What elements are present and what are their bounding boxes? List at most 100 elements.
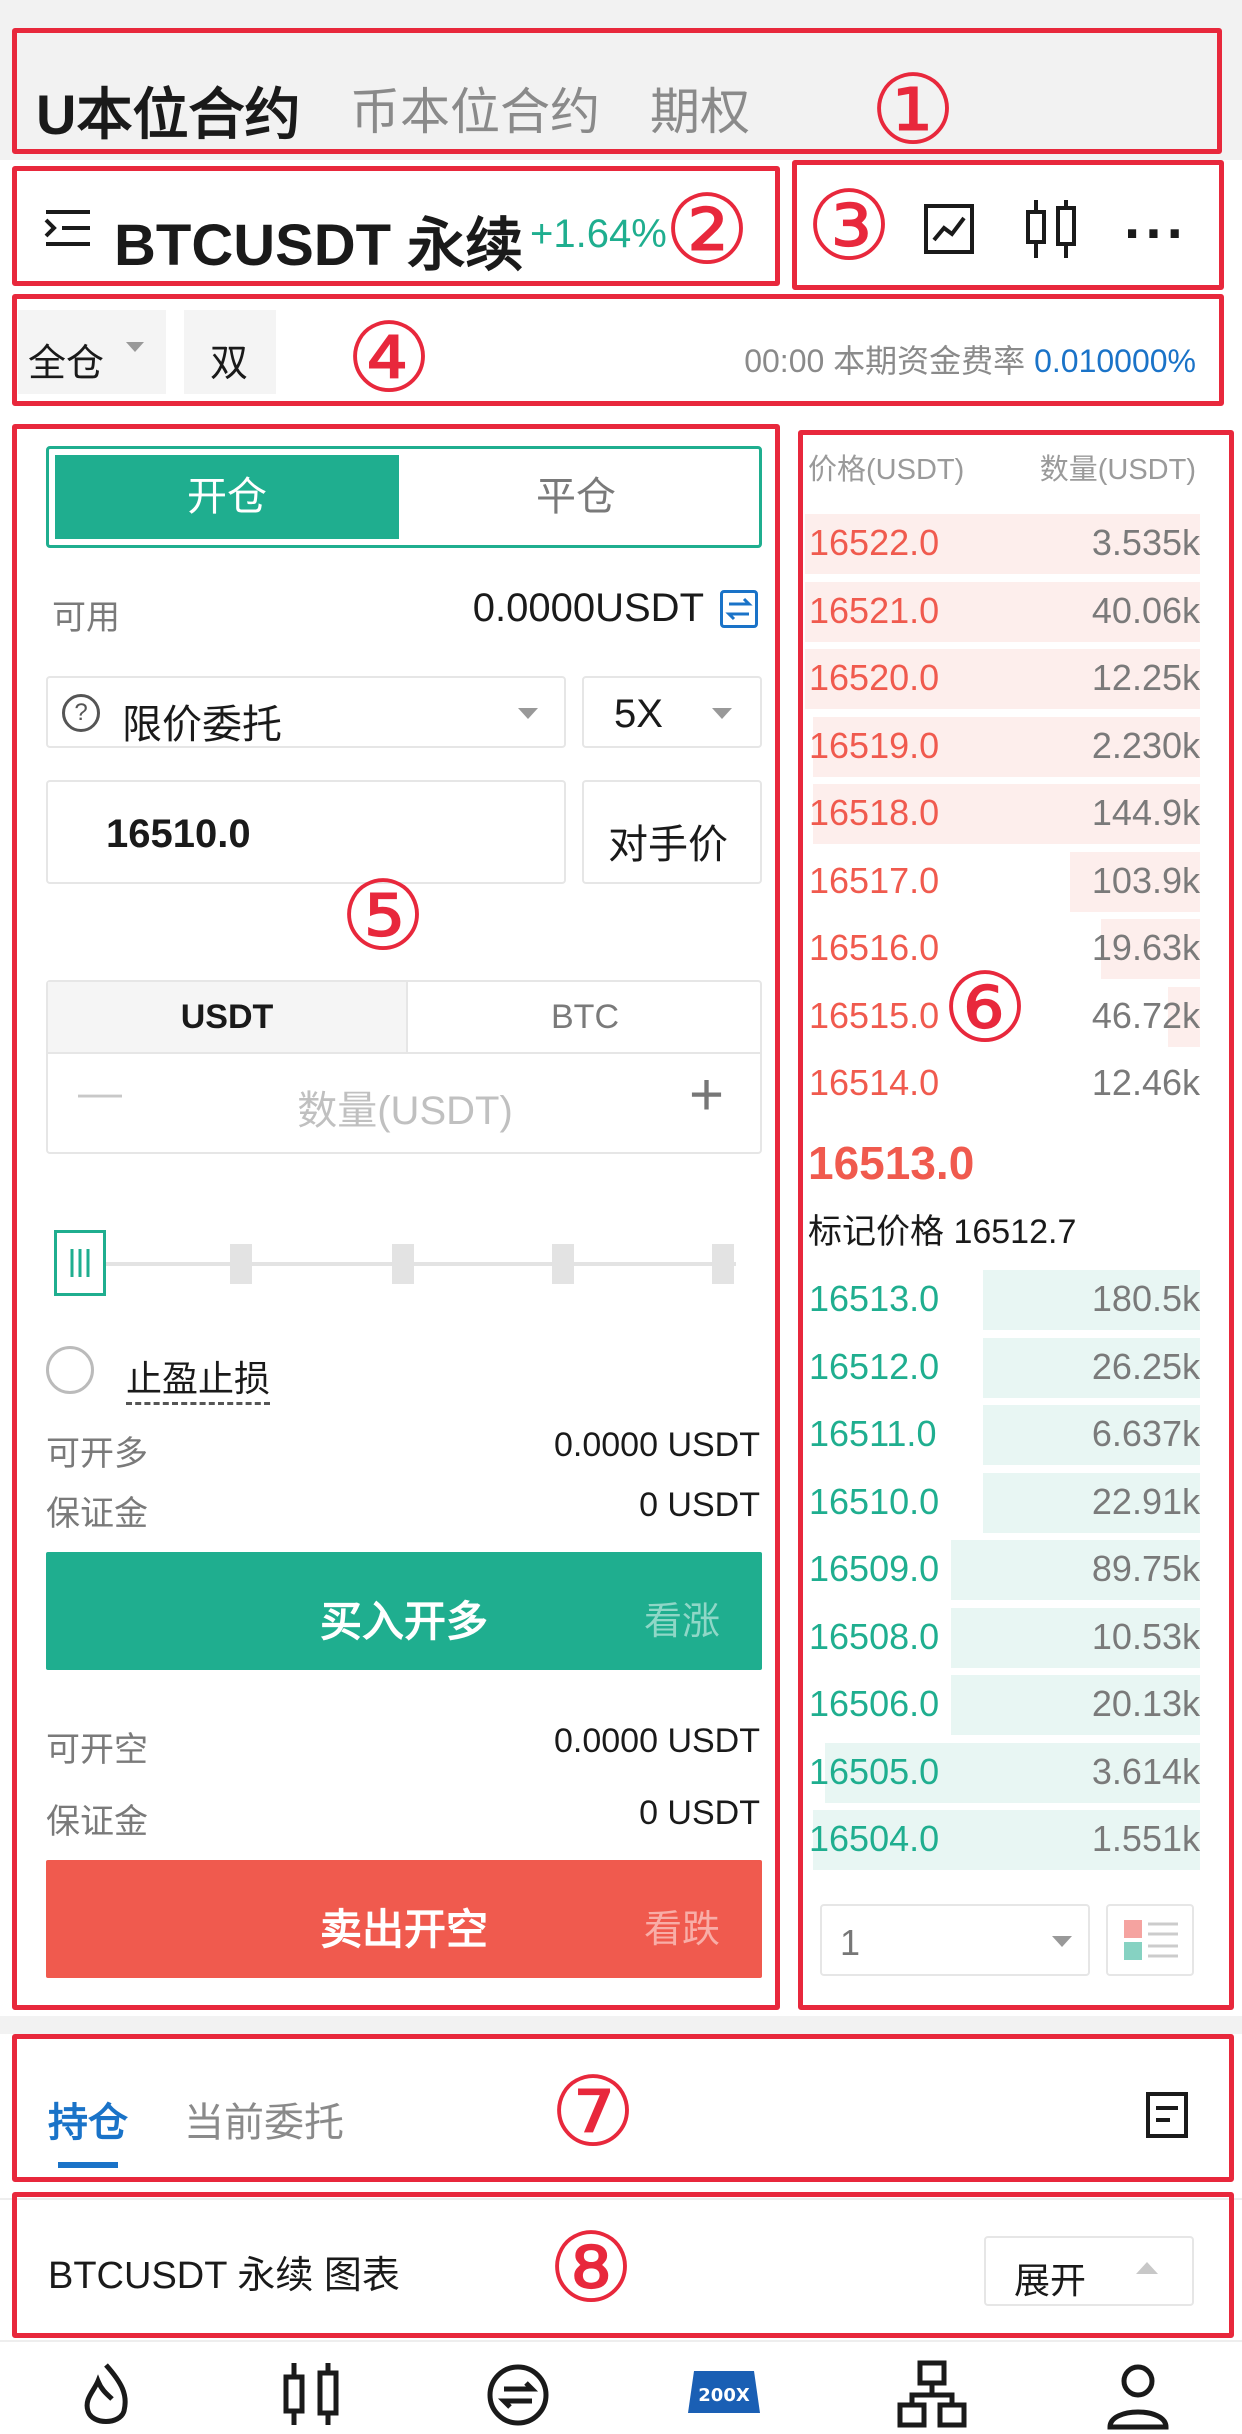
orderbook-price-header: 价格(USDT): [808, 454, 965, 486]
margin-mode-select[interactable]: 全仓: [18, 310, 166, 394]
order-quantity: 3.614k: [1091, 1750, 1200, 1792]
help-icon[interactable]: ?: [62, 694, 100, 732]
funding-label: 本期资金费率: [833, 343, 1026, 379]
depth-view-icon[interactable]: [1106, 1904, 1194, 1976]
ask-row[interactable]: 16522.0 3.535k: [805, 510, 1200, 578]
order-history-icon[interactable]: [1142, 2088, 1192, 2147]
mark-price-label: 标记价格: [808, 1213, 944, 1251]
caret-down-icon: [126, 342, 144, 352]
tpsl-label[interactable]: 止盈止损: [126, 1350, 271, 1405]
tab-u-margined[interactable]: U本位合约: [36, 70, 300, 151]
bid-row[interactable]: 16504.0 1.551k: [805, 1806, 1200, 1874]
slider-tick-100[interactable]: [712, 1244, 734, 1284]
chart-icon[interactable]: [920, 200, 978, 258]
max-short-label: 可开空: [46, 1731, 148, 1769]
order-price: 16517.0: [809, 859, 940, 901]
active-tab-indicator: [58, 2162, 118, 2168]
ask-row[interactable]: 16520.0 12.25k: [805, 645, 1200, 713]
funding-time: 00:00: [744, 343, 825, 379]
order-quantity: 144.9k: [1091, 792, 1200, 833]
max-short-value: 0.0000 USDT: [554, 1722, 760, 1760]
bid-row[interactable]: 16511.0 6.637k: [805, 1401, 1200, 1469]
order-price: 16513.0: [809, 1278, 940, 1319]
sell-short-button[interactable]: 卖出开空 看跌: [46, 1860, 762, 1978]
max-long-label: 可开多: [46, 1435, 148, 1473]
qty-input[interactable]: 数量(USDT): [48, 1078, 762, 1136]
menu-list-icon[interactable]: [40, 200, 100, 260]
max-long-value: 0.0000 USDT: [554, 1426, 760, 1464]
annotation-2: ②: [664, 174, 751, 286]
slider-thumb[interactable]: [54, 1230, 106, 1296]
bid-row[interactable]: 16508.0 10.53k: [805, 1604, 1200, 1672]
leverage-label: 5X: [614, 692, 663, 736]
bid-row[interactable]: 16512.0 26.25k: [805, 1334, 1200, 1402]
candlestick-icon[interactable]: [1022, 196, 1080, 262]
order-price: 16510.0: [809, 1480, 940, 1522]
order-quantity: 12.46k: [1091, 1062, 1200, 1103]
tab-positions[interactable]: 持仓: [48, 2090, 128, 2148]
ask-row[interactable]: 16516.0 19.63k: [805, 915, 1200, 983]
tab-options[interactable]: 期权: [650, 72, 750, 144]
annotation-7: ⑦: [550, 2056, 637, 2168]
section-divider: [0, 2016, 1242, 2034]
short-margin-value: 0 USDT: [639, 1794, 760, 1832]
price-input[interactable]: 16510.0: [46, 780, 566, 884]
order-price: 16509.0: [809, 1548, 940, 1589]
tab-coin-margined[interactable]: 币本位合约: [350, 72, 600, 144]
qty-plus-button[interactable]: +: [689, 1060, 724, 1129]
funding-rate-value: 0.010000%: [1034, 343, 1196, 379]
caret-down-icon: [1052, 1936, 1072, 1947]
exchange-icon[interactable]: [478, 2355, 558, 2434]
order-type-select[interactable]: ? 限价委托: [46, 676, 566, 748]
bid-row[interactable]: 16513.0 180.5k: [805, 1266, 1200, 1334]
transfer-icon[interactable]: [720, 590, 758, 628]
precision-select[interactable]: 1: [820, 1904, 1090, 1976]
tab-current-orders[interactable]: 当前委托: [184, 2090, 344, 2148]
long-margin-value: 0 USDT: [639, 1486, 760, 1524]
counter-price-button[interactable]: 对手价: [582, 780, 762, 884]
order-price: 16514.0: [809, 1062, 940, 1103]
ask-row[interactable]: 16515.0 46.72k: [805, 983, 1200, 1051]
flame-icon[interactable]: [66, 2355, 146, 2434]
contract-type-tabs: U本位合约 币本位合约 期权: [0, 0, 1242, 160]
order-price: 16519.0: [809, 724, 940, 766]
funding-rate-info[interactable]: 00:00 本期资金费率 0.010000%: [744, 336, 1196, 382]
profile-icon[interactable]: [1098, 2355, 1178, 2434]
more-icon[interactable]: ···: [1124, 200, 1188, 267]
slider-tick-75[interactable]: [552, 1244, 574, 1284]
leverage-select[interactable]: 5X: [582, 676, 762, 748]
ask-row[interactable]: 16519.0 2.230k: [805, 713, 1200, 781]
ask-row[interactable]: 16518.0 144.9k: [805, 780, 1200, 848]
order-quantity: 20.13k: [1091, 1683, 1200, 1724]
order-quantity: 103.9k: [1091, 859, 1200, 901]
tpsl-radio[interactable]: [46, 1346, 94, 1394]
order-quantity: 1.551k: [1091, 1818, 1200, 1859]
bid-row[interactable]: 16506.0 20.13k: [805, 1671, 1200, 1739]
slider-tick-25[interactable]: [230, 1244, 252, 1284]
margin-mode-label: 全仓: [28, 343, 105, 385]
hierarchy-icon[interactable]: [892, 2355, 972, 2434]
ask-row[interactable]: 16521.0 40.06k: [805, 578, 1200, 646]
bid-row[interactable]: 16509.0 89.75k: [805, 1536, 1200, 1604]
position-mode-button[interactable]: 双: [184, 310, 276, 394]
bid-row[interactable]: 16510.0 22.91k: [805, 1469, 1200, 1537]
tab-open[interactable]: 开仓: [55, 455, 399, 539]
tab-close[interactable]: 平仓: [399, 455, 753, 539]
buy-long-button[interactable]: 买入开多 看涨: [46, 1552, 762, 1670]
ask-row[interactable]: 16514.0 12.46k: [805, 1050, 1200, 1118]
expand-chart-button[interactable]: 展开: [984, 2236, 1194, 2306]
200x-icon[interactable]: 200X: [684, 2355, 764, 2434]
unit-tab-btc[interactable]: BTC: [406, 982, 762, 1052]
unit-tab-usdt[interactable]: USDT: [48, 982, 406, 1052]
position-mode-label: 双: [210, 343, 249, 385]
order-quantity: 180.5k: [1091, 1278, 1200, 1319]
candlestick-icon[interactable]: [272, 2355, 352, 2434]
ask-row[interactable]: 16517.0 103.9k: [805, 848, 1200, 916]
200x-label: 200X: [698, 2385, 750, 2406]
bearish-hint: 看跌: [643, 1909, 720, 1951]
symbol-name[interactable]: BTCUSDT 永续: [114, 198, 523, 282]
order-price: 16521.0: [809, 589, 940, 631]
bid-row[interactable]: 16505.0 3.614k: [805, 1739, 1200, 1807]
order-quantity: 19.63k: [1091, 927, 1200, 968]
slider-tick-50[interactable]: [392, 1244, 414, 1284]
